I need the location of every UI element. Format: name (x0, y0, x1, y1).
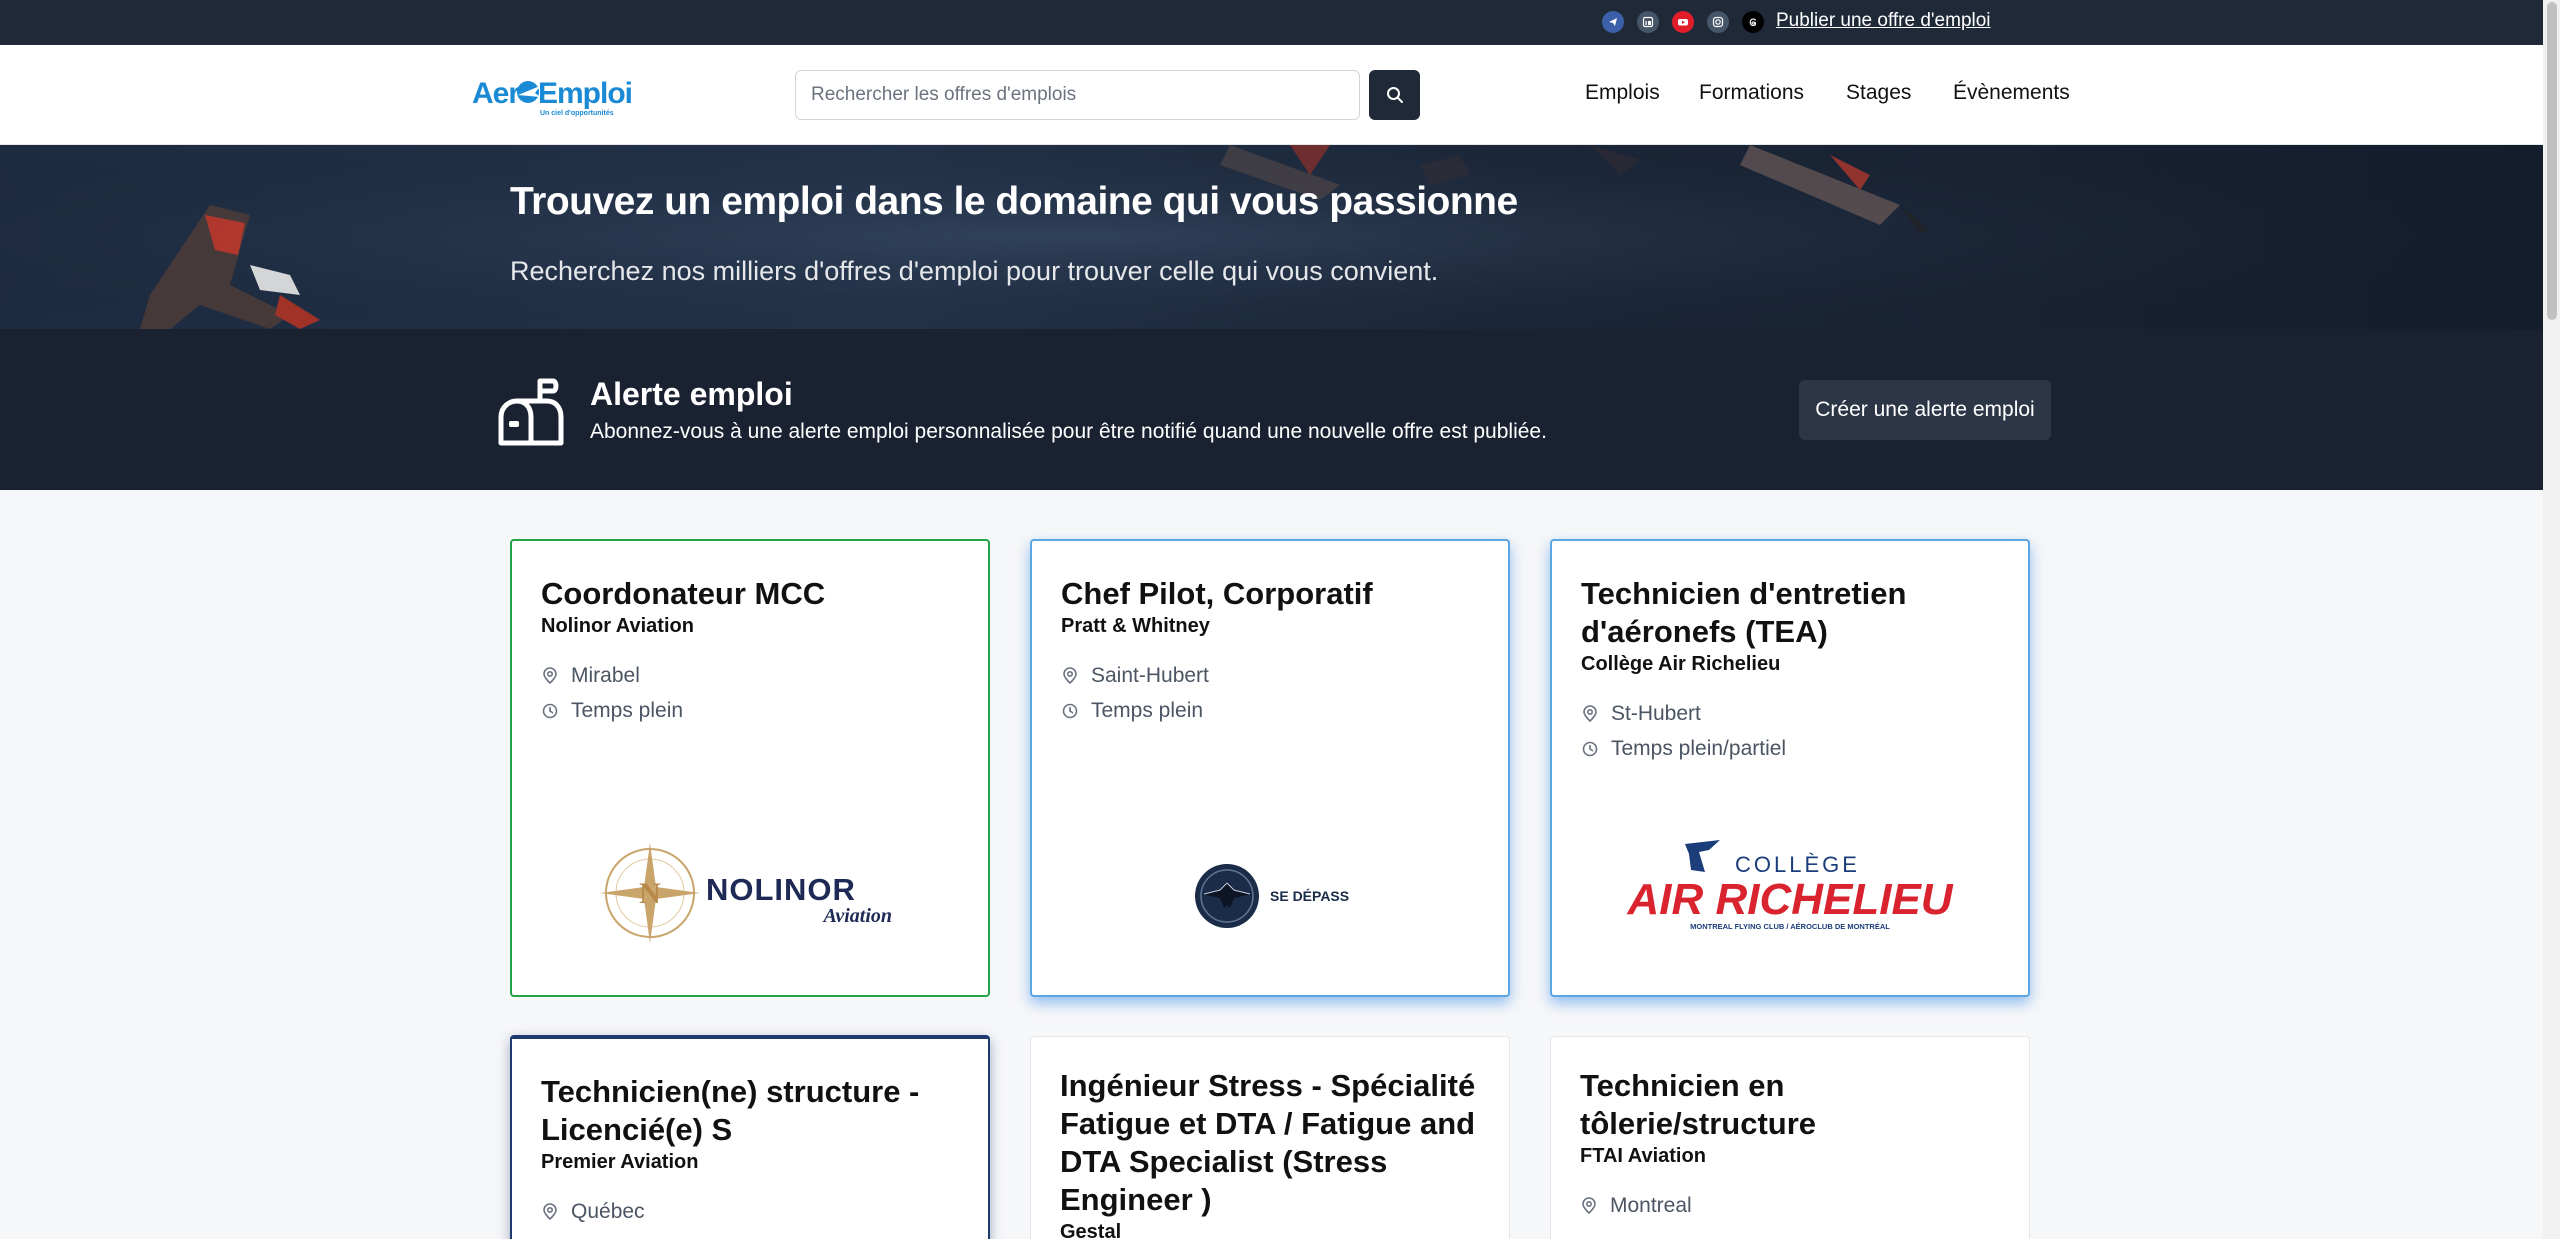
telegram-icon[interactable] (1602, 11, 1624, 33)
air-richelieu-logo-top: COLLÈGE (1735, 852, 1860, 877)
hero-title: Trouvez un emploi dans le domaine qui vo… (510, 180, 1518, 223)
location-pin-icon (543, 666, 557, 684)
job-card[interactable]: Technicien d'entretien d'aéronefs (TEA) … (1550, 539, 2030, 997)
job-location: St-Hubert (1581, 696, 2008, 731)
job-type: Temps plein (1061, 693, 1488, 728)
clock-icon (1062, 703, 1078, 718)
svg-text:Emploi: Emploi (538, 77, 632, 110)
job-card[interactable]: Chef Pilot, Corporatif Pratt & Whitney S… (1030, 539, 1510, 997)
air-richelieu-logo: COLLÈGE AIR RICHELIEU MONTREAL FLYING CL… (1552, 836, 2028, 946)
top-bar: Publier une offre d'emploi (0, 0, 2543, 45)
job-title[interactable]: Chef Pilot, Corporatif (1061, 575, 1488, 613)
location-text: Saint-Hubert (1091, 663, 1209, 687)
company-name: Pratt & Whitney (1061, 615, 1210, 637)
search-icon (1386, 87, 1403, 103)
company-name: FTAI Aviation (1580, 1145, 1706, 1167)
job-title[interactable]: Coordonateur MCC (541, 575, 968, 613)
hero-banner: Trouvez un emploi dans le domaine qui vo… (0, 145, 2543, 329)
job-alert-section: Alerte emploi Abonnez-vous à une alerte … (0, 329, 2543, 490)
nav-formations[interactable]: Formations (1699, 81, 1804, 105)
job-type-text: Temps plein/partiel (1611, 736, 1787, 760)
svg-text:Un ciel d'opportunités: Un ciel d'opportunités (540, 110, 614, 117)
job-location: Mirabel (541, 658, 968, 693)
nolinor-logo-text: NOLINOR (706, 872, 856, 907)
pratt-whitney-logo-text: SE DÉPASSER (1270, 888, 1350, 904)
job-search-box (795, 70, 1360, 120)
company-name: Gestal (1060, 1221, 1122, 1239)
location-text: Mirabel (571, 663, 640, 687)
job-type-text: Temps plein (571, 698, 684, 722)
air-richelieu-logo-text: AIR RICHELIEU (1626, 875, 1953, 924)
job-search-input[interactable] (796, 71, 1359, 119)
alert-subtitle: Abonnez-vous à une alerte emploi personn… (590, 420, 1547, 443)
location-pin-icon (1582, 1196, 1596, 1214)
nav-emplois[interactable]: Emplois (1585, 81, 1660, 105)
location-pin-icon (1063, 666, 1077, 684)
job-location: Québec (541, 1194, 968, 1229)
nolinor-logo-subtext: Aviation (821, 905, 892, 927)
job-location: Montreal (1580, 1188, 2009, 1223)
job-location: Saint-Hubert (1061, 658, 1488, 693)
job-card[interactable]: Coordonateur MCC Nolinor Aviation Mirabe… (510, 539, 990, 997)
search-button[interactable] (1369, 70, 1420, 120)
create-alert-button[interactable]: Créer une alerte emploi (1799, 380, 2051, 440)
air-richelieu-logo-subtext: MONTREAL FLYING CLUB / AÉROCLUB DE MONTR… (1690, 922, 1890, 931)
job-card[interactable]: Technicien en tôlerie/structure FTAI Avi… (1550, 1036, 2030, 1239)
location-text: Montreal (1610, 1193, 1692, 1217)
clock-icon (1582, 741, 1598, 756)
location-text: St-Hubert (1611, 701, 1701, 725)
location-text: Québec (571, 1199, 645, 1223)
hero-background-image (0, 145, 2543, 329)
job-title[interactable]: Technicien en tôlerie/structure (1580, 1067, 2009, 1143)
location-pin-icon (543, 1202, 557, 1220)
threads-icon[interactable] (1742, 11, 1764, 33)
pratt-whitney-logo: SE DÉPASSER (1032, 861, 1508, 931)
company-name: Premier Aviation (541, 1151, 699, 1173)
nav-stages[interactable]: Stages (1846, 81, 1911, 105)
linkedin-icon[interactable] (1637, 11, 1659, 33)
mailbox-icon (498, 378, 564, 446)
location-pin-icon (1583, 704, 1597, 722)
job-title[interactable]: Ingénieur Stress - Spécialité Fatigue et… (1060, 1067, 1489, 1219)
nolinor-logo: N NOLINOR Aviation (512, 838, 988, 948)
svg-text:N: N (639, 877, 661, 910)
scrollbar-thumb[interactable] (2547, 2, 2557, 320)
publish-job-link[interactable]: Publier une offre d'emploi (1776, 10, 1991, 32)
job-type: Temps plein/partiel (1581, 731, 2008, 766)
aeroemploi-logo[interactable]: Aer Emploi Un ciel d'opportunités (472, 73, 633, 117)
hero-subtitle: Recherchez nos milliers d'offres d'emplo… (510, 256, 1439, 286)
alert-title: Alerte emploi (590, 376, 793, 412)
nav-evenements[interactable]: Évènements (1953, 81, 2070, 105)
job-card[interactable]: Ingénieur Stress - Spécialité Fatigue et… (1030, 1036, 1510, 1239)
job-type: Temps plein (541, 693, 968, 728)
job-title[interactable]: Technicien(ne) structure - Licencié(e) S (541, 1073, 968, 1149)
company-name: Nolinor Aviation (541, 615, 694, 637)
clock-icon (542, 703, 558, 718)
svg-text:Aer: Aer (472, 77, 520, 110)
instagram-icon[interactable] (1707, 11, 1729, 33)
job-card[interactable]: Technicien(ne) structure - Licencié(e) S… (510, 1035, 990, 1239)
company-name: Collège Air Richelieu (1581, 653, 1781, 675)
site-header: Aer Emploi Un ciel d'opportunités Emploi… (0, 45, 2543, 145)
job-type-text: Temps plein (1091, 698, 1204, 722)
youtube-icon[interactable] (1672, 11, 1694, 33)
job-title[interactable]: Technicien d'entretien d'aéronefs (TEA) (1581, 575, 2008, 651)
